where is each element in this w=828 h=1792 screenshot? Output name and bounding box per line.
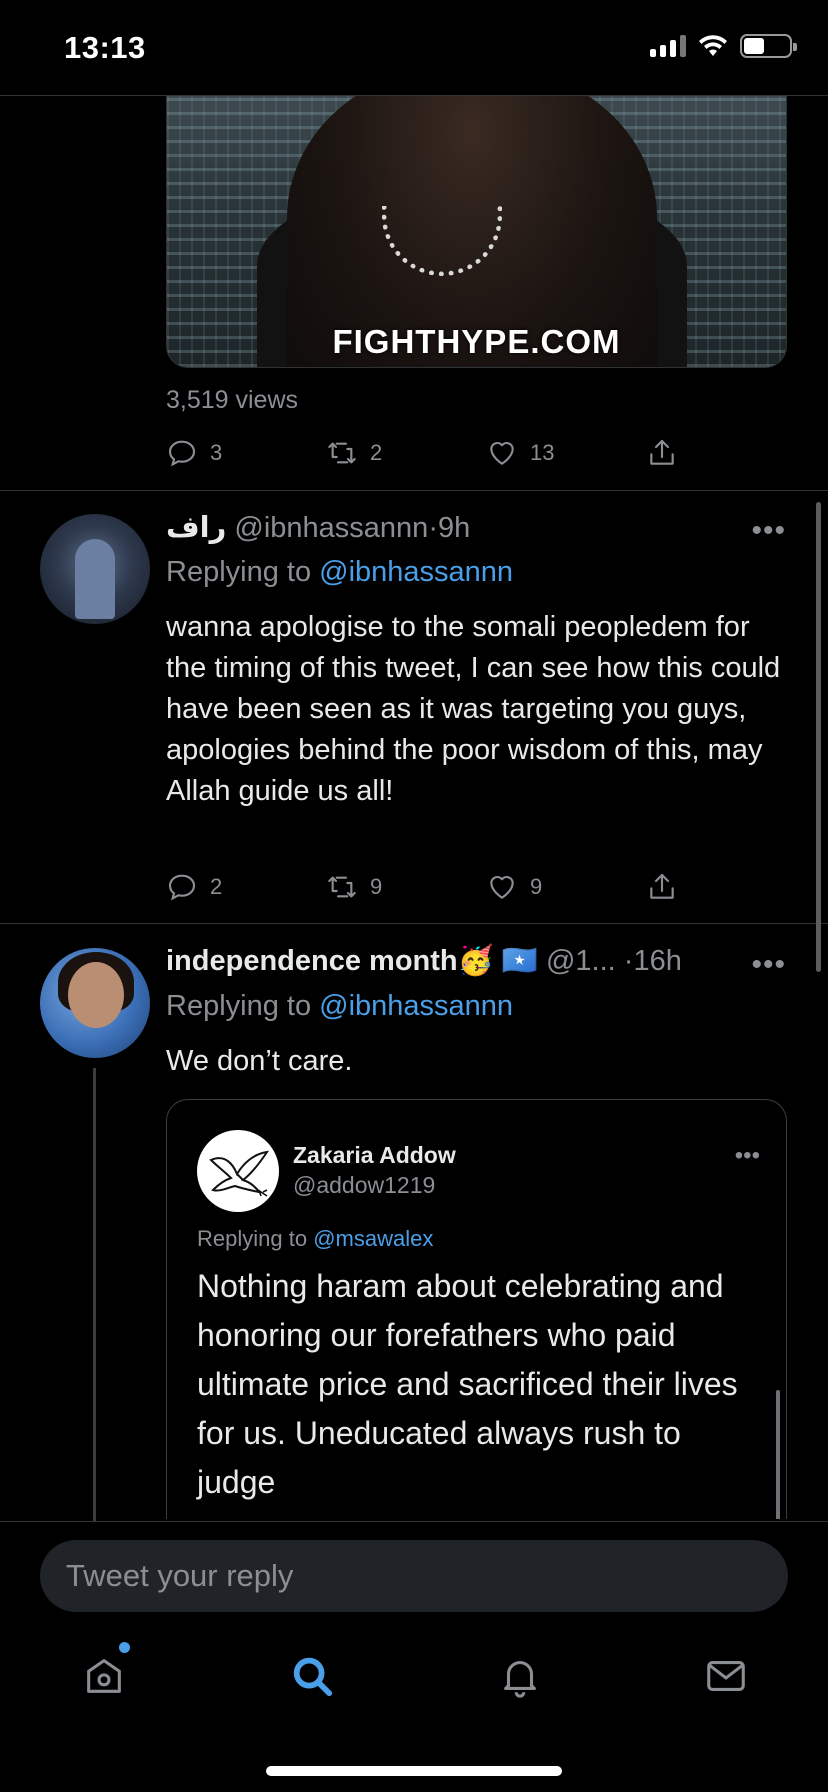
- tweet-text: wanna apologise to the somali peopledem …: [166, 611, 781, 807]
- display-name[interactable]: راف: [166, 512, 226, 544]
- like-count: 9: [530, 874, 543, 899]
- tweet-actions: 2 9 9: [166, 867, 706, 907]
- view-count: 3,519 views: [166, 386, 299, 414]
- heart-icon: [490, 441, 514, 465]
- replying-to-handle[interactable]: @ibnhassannn: [319, 556, 513, 588]
- retweet-button[interactable]: 2: [326, 433, 486, 473]
- share-button[interactable]: [646, 433, 706, 473]
- dove-avatar-icon: [197, 1130, 279, 1212]
- retweet-icon: [328, 442, 356, 464]
- replying-to-label: Replying to: [166, 990, 312, 1022]
- quoted-tweet-card[interactable]: Zakaria Addow @addow1219 ••• Replying to…: [166, 1099, 787, 1519]
- home-indicator[interactable]: [266, 1766, 562, 1776]
- user-handle[interactable]: @1...: [546, 945, 616, 977]
- video-watermark: FIGHTHYPE.COM: [332, 323, 621, 360]
- reply-icon: [168, 440, 196, 467]
- replying-to: Replying to @ibnhassannn: [166, 990, 513, 1023]
- share-icon: [650, 873, 674, 899]
- retweet-button[interactable]: 9: [326, 867, 486, 907]
- battery-icon: [740, 34, 797, 58]
- notifications-icon: [504, 1661, 536, 1698]
- retweet-count: 2: [370, 440, 383, 465]
- thread-line: [93, 1068, 96, 1521]
- divider: [0, 923, 828, 924]
- display-name[interactable]: independence month: [166, 945, 458, 977]
- replying-to-handle: @msawalex: [313, 1226, 434, 1251]
- quoted-user-handle: @addow1219: [293, 1172, 436, 1198]
- more-options-button[interactable]: •••: [751, 514, 786, 548]
- avatar[interactable]: [40, 514, 150, 624]
- wifi-icon: [699, 35, 727, 56]
- replying-to: Replying to @ibnhassannn: [166, 556, 513, 589]
- tab-home[interactable]: [64, 1641, 144, 1711]
- status-icons: [650, 34, 797, 58]
- status-time: 13:13: [64, 30, 146, 65]
- user-handle[interactable]: @ibnhassannn: [234, 512, 428, 544]
- retweet-count: 9: [370, 874, 383, 899]
- heart-icon: [490, 875, 514, 899]
- quoted-display-name: Zakaria Addow: [293, 1142, 456, 1168]
- quoted-scroll-indicator: [776, 1390, 780, 1519]
- like-count: 13: [530, 440, 555, 465]
- share-icon: [650, 439, 674, 465]
- quoted-replying-to: Replying to @msawalex: [197, 1226, 433, 1252]
- reply-count: 3: [210, 440, 223, 465]
- reply-count: 2: [210, 874, 223, 899]
- tab-messages[interactable]: [686, 1641, 766, 1711]
- reply-button[interactable]: 3: [166, 433, 326, 473]
- like-button[interactable]: 13: [486, 433, 646, 473]
- replying-to-label: Replying to: [197, 1226, 308, 1251]
- reply-input[interactable]: [40, 1540, 788, 1612]
- cellular-signal-icon: [650, 35, 686, 57]
- divider: [0, 490, 828, 491]
- quoted-more-icon: •••: [734, 1142, 760, 1169]
- tweet-text: We don’t care.: [166, 1045, 353, 1077]
- share-button[interactable]: [646, 867, 706, 907]
- reply-button[interactable]: 2: [166, 867, 326, 907]
- tab-notifications[interactable]: [480, 1641, 560, 1711]
- separator-dot: ·: [428, 512, 438, 544]
- tweet-time: 16h: [633, 945, 682, 977]
- tweet-time: 9h: [437, 512, 471, 544]
- flag-emoji: 🇸🇴: [501, 945, 538, 977]
- reply-composer: [0, 1521, 828, 1641]
- more-options-button[interactable]: •••: [751, 948, 786, 982]
- retweet-icon: [328, 876, 356, 898]
- reply-icon: [168, 874, 196, 901]
- quoted-tweet-text: Nothing haram about celebrating and hono…: [197, 1268, 738, 1500]
- like-button[interactable]: 9: [486, 867, 646, 907]
- search-icon: [293, 1657, 333, 1697]
- party-emoji: 🥳: [457, 945, 494, 977]
- status-bar: 13:13: [0, 0, 828, 96]
- messages-icon: [707, 1661, 745, 1691]
- page-scrollbar[interactable]: [816, 502, 821, 972]
- replying-to-handle[interactable]: @ibnhassannn: [319, 990, 513, 1022]
- tweet-actions: 3 2 13: [166, 433, 706, 473]
- tweet-video-thumbnail[interactable]: FIGHTHYPE.COM: [166, 96, 787, 368]
- avatar[interactable]: [40, 948, 150, 1058]
- replying-to-label: Replying to: [166, 556, 312, 588]
- tweet-header: independence month🥳 🇸🇴 @1... ·16h: [166, 944, 682, 978]
- new-content-dot: [119, 1642, 130, 1653]
- tab-search[interactable]: [272, 1641, 352, 1711]
- home-icon: [87, 1659, 121, 1693]
- tweet-header: راف @ibnhassannn·9h: [166, 510, 470, 545]
